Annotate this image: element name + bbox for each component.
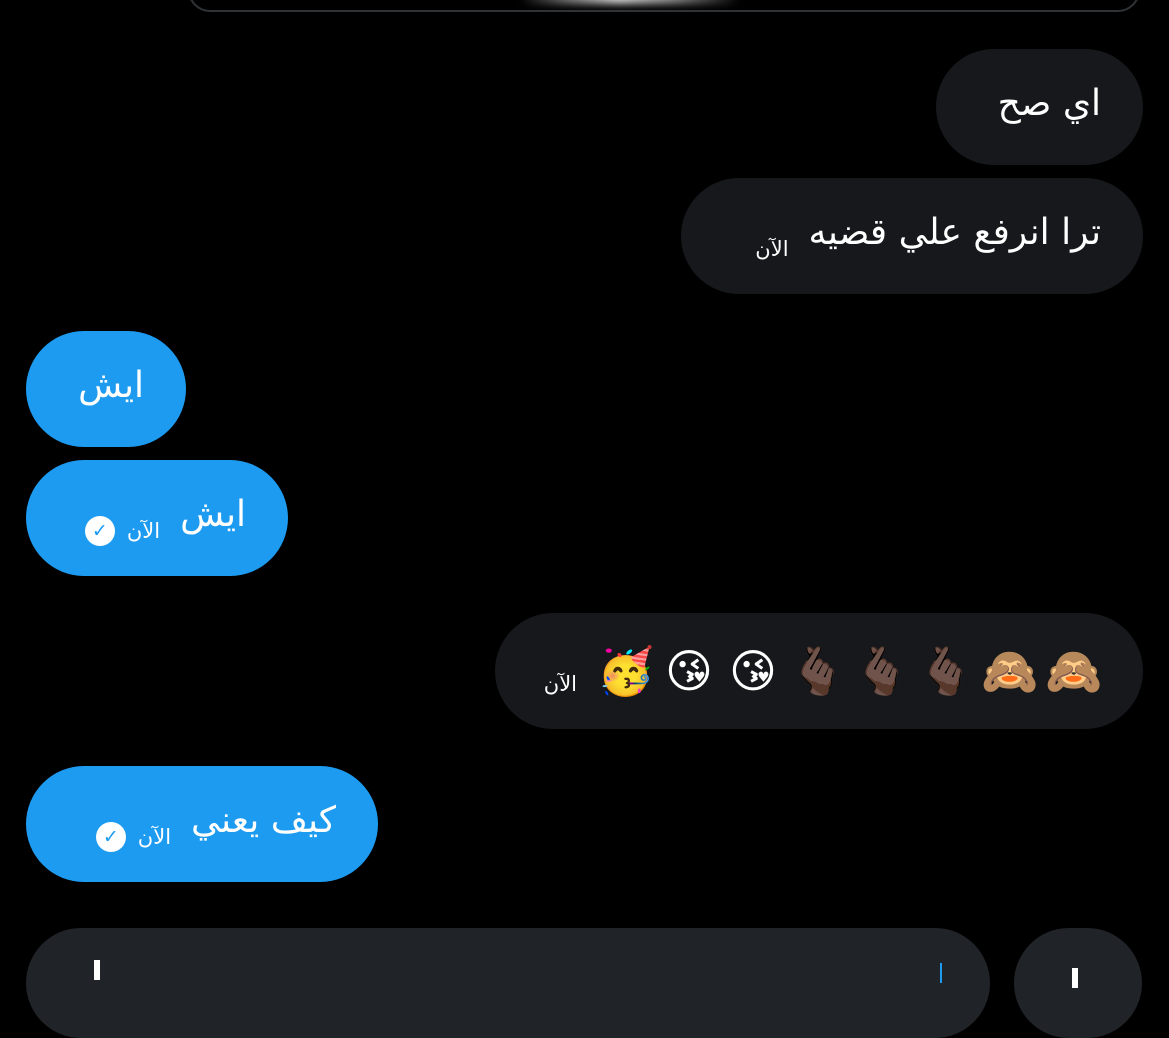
media-attachment-preview[interactable] <box>188 0 1140 12</box>
media-thumbnail <box>520 0 740 4</box>
message-text: ايش <box>78 365 144 406</box>
message-timestamp: الآن <box>137 825 172 849</box>
see-no-evil-monkey-emoji: 🙈 <box>981 644 1039 698</box>
finger-heart-emoji: 🫰🏿 <box>853 644 911 698</box>
message-text: ايش <box>180 494 246 535</box>
kissing-face-emoji: 😘 <box>665 644 713 698</box>
message-text: كيف يعني <box>191 800 336 841</box>
composer-icon[interactable] <box>94 960 160 980</box>
message-timestamp: الآن <box>543 672 577 696</box>
send-button[interactable] <box>1014 928 1142 1038</box>
kissing-face-emoji: 😘 <box>729 644 777 698</box>
see-no-evil-monkey-emoji: 🙈 <box>1045 644 1103 698</box>
message-timestamp: الآن <box>126 519 161 543</box>
message-compose-field[interactable] <box>26 928 990 1038</box>
message-timestamp: الآن <box>755 237 789 261</box>
message-bubble-sent[interactable]: ايش الآن ✓ <box>26 460 288 576</box>
finger-heart-emoji: 🫰🏿 <box>917 644 975 698</box>
partying-face-emoji: 🥳 <box>597 644 655 698</box>
message-bubble-received[interactable]: اي صح <box>936 49 1143 165</box>
check-circle-icon: ✓ <box>84 516 115 546</box>
message-bubble-received[interactable]: 🥳 😘 😘 🫰🏿 🫰🏿 🫰🏿 🙈 🙈 الآن <box>495 613 1143 729</box>
message-text: اي صح <box>997 83 1101 124</box>
text-cursor <box>940 963 942 983</box>
emoji-list: 🥳 😘 😘 🫰🏿 🫰🏿 🫰🏿 🙈 🙈 <box>597 644 1103 698</box>
message-bubble-sent[interactable]: كيف يعني الآن ✓ <box>26 766 378 882</box>
message-bubble-sent[interactable]: ايش <box>26 331 186 447</box>
send-icon <box>1072 968 1078 988</box>
message-text: ترا انرفع علي قضيه <box>808 212 1101 253</box>
message-bubble-received[interactable]: ترا انرفع علي قضيه الآن <box>681 178 1143 294</box>
finger-heart-emoji: 🫰🏿 <box>789 644 847 698</box>
check-circle-icon: ✓ <box>95 822 126 852</box>
